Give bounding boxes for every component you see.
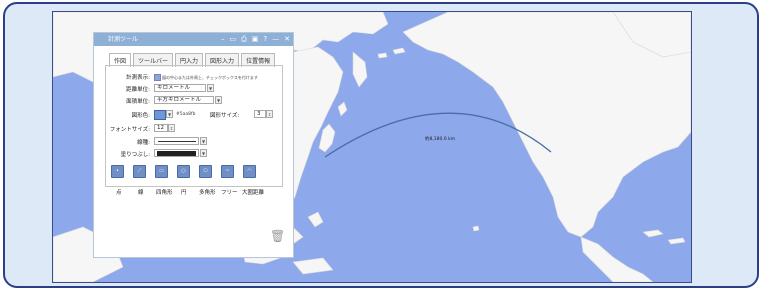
- measure-tool-panel: 計測ツール – ▭ ⎙ ▣ ? — ✕ 作図 ツールバー 円入力 図形入力 位置…: [93, 32, 294, 258]
- chevron-down-icon[interactable]: ▼: [200, 149, 207, 157]
- fill-preview: [157, 151, 196, 156]
- line-icon[interactable]: ⟋: [133, 165, 146, 178]
- chevron-down-icon[interactable]: ▼: [200, 137, 207, 145]
- titlebar-icons: – ▭ ⎙ ▣ ? — ✕: [221, 35, 290, 44]
- circle-icon[interactable]: ○: [177, 165, 190, 178]
- area-unit-select[interactable]: 平方キロメートル: [154, 96, 214, 104]
- line-style-select[interactable]: [154, 137, 199, 145]
- shape-color-label: 図形色:: [131, 113, 150, 119]
- freehand-icon[interactable]: ~: [221, 165, 234, 178]
- tool-label-freehand: フリー: [221, 190, 238, 196]
- collapse-icon[interactable]: —: [272, 35, 279, 44]
- font-size-label: フォントサイズ:: [109, 127, 150, 133]
- tool-label-circle: 円: [181, 190, 187, 196]
- point-icon[interactable]: •: [111, 165, 124, 178]
- measure-display-label: 計測表示:: [126, 75, 150, 81]
- fill-label: 塗りつぶし:: [120, 152, 150, 158]
- measure-display-hint: 図の中心または外周上、チェックボックスを付けます: [162, 75, 258, 80]
- tool-label-line: 線: [138, 190, 144, 196]
- distance-unit-select[interactable]: キロメートル: [154, 84, 206, 92]
- font-size-input[interactable]: 12: [154, 124, 168, 132]
- save-icon[interactable]: ▣: [252, 35, 259, 44]
- arc-distance-label: 約8,180.6 km: [425, 137, 456, 142]
- fill-select[interactable]: [154, 149, 199, 157]
- area-unit-label: 面積単位:: [126, 99, 150, 105]
- chevron-down-icon[interactable]: ▼: [207, 84, 214, 92]
- shape-color-swatch[interactable]: [154, 110, 166, 120]
- chevron-down-icon[interactable]: ▼: [215, 96, 222, 104]
- shape-size-label: 図形サイズ:: [210, 113, 240, 119]
- size-stepper-icon[interactable]: ↕: [266, 110, 273, 118]
- chevron-down-icon[interactable]: ▼: [166, 110, 173, 118]
- trash-icon[interactable]: 🗑: [270, 229, 285, 243]
- draw-tab-content: 計測表示: 図の中心または外周上、チェックボックスを付けます 距離単位: キロメ…: [105, 65, 283, 187]
- tool-label-great-circle: 大圏距離: [242, 190, 265, 196]
- rectangle-icon[interactable]: ▭: [155, 165, 168, 178]
- polygon-icon[interactable]: ⬠: [199, 165, 212, 178]
- window-icon[interactable]: ▭: [230, 35, 237, 44]
- shape-size-input[interactable]: 3: [254, 110, 266, 118]
- shape-color-value: #5aa8fb: [176, 112, 196, 117]
- tool-label-rectangle: 四角形: [156, 190, 173, 196]
- distance-unit-label: 距離単位:: [126, 87, 150, 93]
- great-circle-icon[interactable]: ◠: [243, 165, 256, 178]
- print-icon[interactable]: ⎙: [241, 35, 247, 44]
- minimize-icon[interactable]: –: [221, 35, 225, 44]
- measure-display-checkbox[interactable]: [154, 74, 161, 81]
- tool-label-point: 点: [116, 190, 122, 196]
- close-icon[interactable]: ✕: [284, 35, 290, 44]
- help-icon[interactable]: ?: [263, 35, 267, 44]
- panel-title: 計測ツール: [108, 36, 139, 43]
- panel-titlebar[interactable]: 計測ツール – ▭ ⎙ ▣ ? — ✕: [94, 33, 293, 46]
- font-size-stepper-icon[interactable]: ↕: [168, 124, 175, 132]
- line-style-label: 線種:: [137, 140, 150, 146]
- tool-label-polygon: 多角形: [199, 190, 216, 196]
- line-style-preview: [158, 141, 196, 142]
